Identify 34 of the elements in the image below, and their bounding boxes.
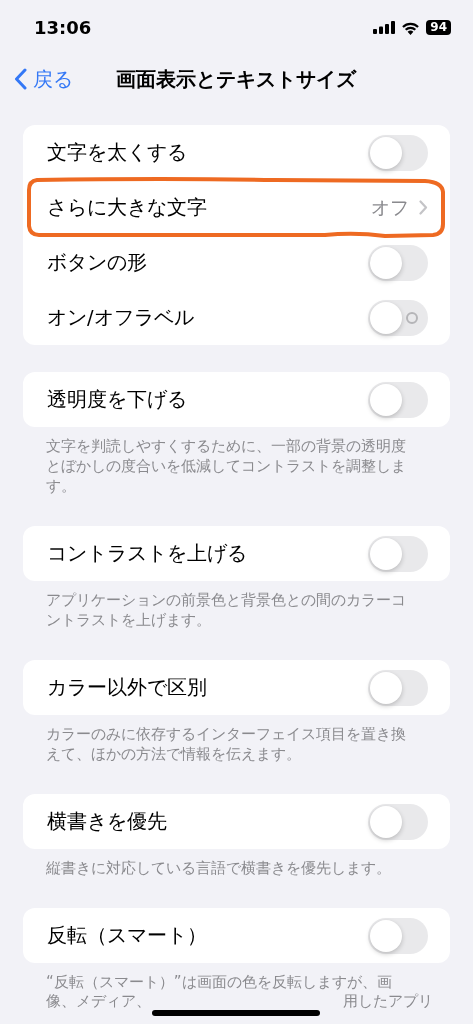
toggle-switch[interactable]	[368, 535, 428, 572]
setting-label: ボタンの形	[47, 249, 147, 276]
setting-value: オフ	[371, 195, 409, 221]
toggle-switch[interactable]	[368, 244, 428, 281]
setting-label: コントラストを上げる	[47, 540, 247, 567]
toggle-switch[interactable]	[368, 917, 428, 954]
section-footer: 縦書きに対応している言語で横書きを優先します。	[0, 849, 473, 908]
wifi-icon	[401, 20, 421, 35]
toggle-switch[interactable]	[368, 299, 428, 336]
toggle-switch[interactable]	[368, 381, 428, 418]
section-footer: 文字を判読しやすくするために、一部の背景の透明度とぼかしの度合いを低減してコントラストを調整します。	[0, 427, 473, 526]
section-footer: 用したアプリ	[343, 992, 433, 1011]
setting-label: 文字を太くする	[47, 139, 187, 166]
toggle-switch[interactable]	[368, 669, 428, 706]
setting-label: カラー以外で区別	[47, 674, 207, 701]
status-time: 13:06	[34, 16, 92, 40]
setting-label: 横書きを優先	[47, 808, 167, 835]
section-footer: 像、メディア、	[46, 992, 151, 1011]
setting-label: オン/オフラベル	[47, 304, 194, 331]
page-title: 画面表示とテキストサイズ	[116, 66, 356, 93]
section-footer: カラーのみに依存するインターフェイス項目を置き換えて、ほかの方法で情報を伝えます。	[0, 715, 473, 794]
battery-indicator: 94	[426, 20, 451, 35]
back-button[interactable]: 戻る	[0, 64, 73, 94]
setting-label: 透明度を下げる	[47, 386, 187, 413]
signal-icon	[373, 21, 396, 34]
settings-row-link[interactable]: さらに大きな文字 オフ	[23, 180, 450, 235]
section-footer: アプリケーションの前景色と背景色との間のカラーコントラストを上げます。	[0, 581, 473, 660]
setting-label: さらに大きな文字	[47, 194, 207, 221]
setting-label: 反転（スマート）	[47, 922, 207, 949]
toggle-switch[interactable]	[368, 134, 428, 171]
chevron-right-icon	[419, 200, 428, 215]
chevron-left-icon	[14, 68, 27, 90]
toggle-switch[interactable]	[368, 803, 428, 840]
section-footer: “反転（スマート）”は画面の色を反転しますが、画	[0, 963, 473, 992]
